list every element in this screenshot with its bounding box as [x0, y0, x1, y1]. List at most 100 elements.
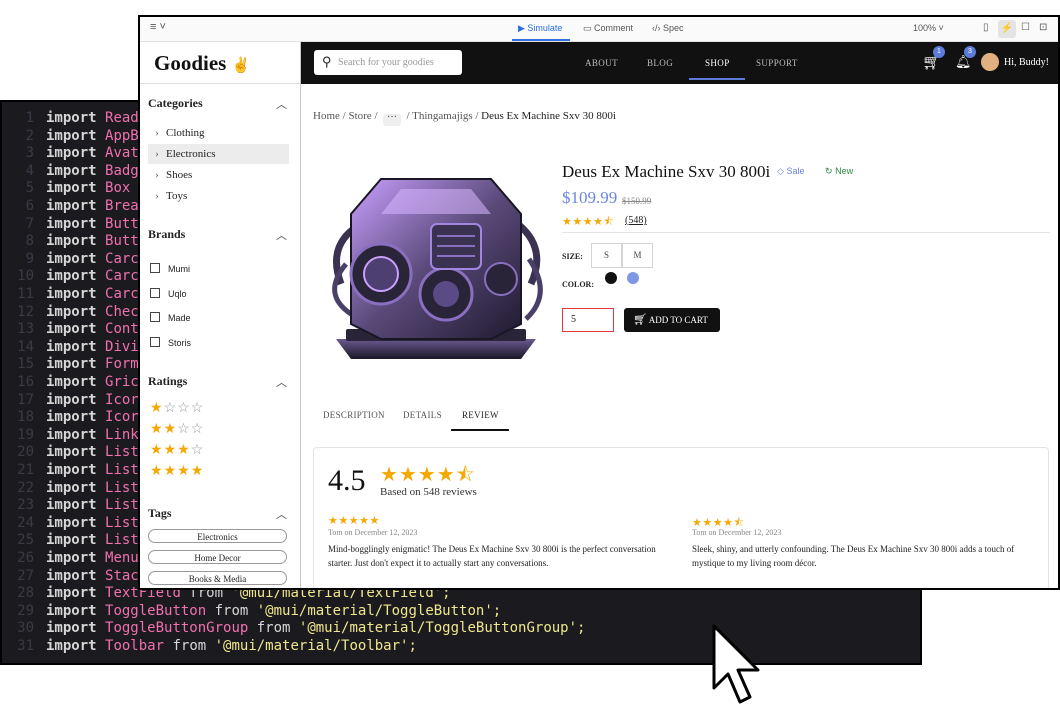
tag-chip[interactable]: Home Decor: [148, 550, 287, 564]
brand-checkbox[interactable]: Made: [150, 312, 191, 323]
new-chip: ↻ New: [825, 166, 853, 177]
color-swatch-blue[interactable]: [627, 272, 639, 284]
rating-filter[interactable]: ★★★★: [150, 463, 204, 480]
rating-filter[interactable]: ★★☆☆: [150, 421, 204, 438]
breadcrumb-thingamajigs[interactable]: Thingamajigs: [412, 110, 473, 122]
brand-checkbox[interactable]: Mumi: [150, 263, 190, 274]
tab-review[interactable]: REVIEW: [462, 410, 499, 420]
comment-label: Comment: [594, 23, 634, 33]
lightning-icon[interactable]: ⚡: [998, 20, 1016, 38]
tab-description[interactable]: DESCRIPTION: [323, 410, 385, 420]
mouse-cursor-icon: [712, 624, 760, 704]
code-text: import Read: [46, 110, 139, 126]
code-text: import Divi: [46, 338, 139, 355]
menu-icon[interactable]: ≡ ˅: [150, 21, 166, 33]
nav-link-blog[interactable]: BLOG: [647, 58, 673, 68]
size-option-s[interactable]: S: [591, 243, 622, 268]
code-text: import Brea: [46, 198, 139, 214]
review-stars: ★★★★★: [328, 514, 380, 527]
checkbox-icon: [150, 263, 160, 273]
chevron-up-icon[interactable]: ︿: [276, 374, 287, 390]
search-input[interactable]: ⚲ Search for your goodies: [314, 50, 462, 75]
breadcrumb-collapsed[interactable]: ···: [383, 113, 401, 126]
line-number: 8: [25, 233, 34, 250]
review-count-link[interactable]: (548): [625, 215, 647, 226]
line-number: 7: [25, 215, 34, 232]
refresh-icon: ↻: [825, 166, 833, 176]
spec-label: Spec: [663, 23, 684, 33]
sale-chip: ◇ Sale: [777, 166, 804, 177]
code-text: import Gric: [46, 374, 139, 390]
code-text: import Chec: [46, 303, 139, 320]
star-empty-icon: ☆: [190, 443, 205, 458]
chevron-right-icon: ›: [155, 190, 159, 202]
product-rating-stars: ★★★★⯪: [562, 213, 614, 232]
category-item[interactable]: › Clothing: [148, 123, 289, 143]
star-filled-icon: ★: [359, 515, 370, 527]
tab-details[interactable]: DETAILS: [403, 410, 442, 420]
breadcrumb-home[interactable]: Home: [313, 110, 340, 122]
checkbox-icon: [150, 336, 160, 347]
chevron-up-icon[interactable]: ︿: [276, 506, 287, 522]
rating-filter[interactable]: ★★★☆: [150, 442, 204, 459]
code-text: import Toolbar from '@mui/material/Toolb…: [46, 638, 417, 654]
color-swatch-black[interactable]: [605, 272, 617, 284]
category-item[interactable]: › Electronics: [148, 144, 289, 164]
nav-link-about[interactable]: ABOUT: [585, 58, 618, 68]
zoom-value: 100%: [913, 23, 937, 33]
nav-active-indicator: [689, 78, 745, 80]
comment-box-icon[interactable]: ⊡: [1039, 22, 1047, 33]
line-number: 31: [17, 638, 34, 654]
device-icon[interactable]: ▯: [983, 22, 989, 33]
add-to-cart-button[interactable]: 🛒︎ ADD TO CART: [624, 308, 720, 332]
line-number: 10: [17, 268, 34, 285]
line-number: 18: [17, 409, 34, 426]
code-text: import List: [46, 462, 139, 478]
breadcrumb-current: Deus Ex Machine Sxv 30 800i: [481, 110, 616, 122]
category-label: Toys: [166, 190, 188, 202]
top-nav: ⚲ Search for your goodies ABOUT BLOG SHOP S…: [301, 42, 1058, 84]
code-text: import Link: [46, 426, 139, 443]
cart-badge: 1: [933, 46, 945, 58]
search-placeholder: Search for your goodies: [338, 57, 434, 68]
star-filled-icon: ★: [150, 422, 164, 437]
logo[interactable]: Goodies ✌: [154, 51, 250, 76]
avatar[interactable]: [981, 53, 999, 71]
chevron-up-icon[interactable]: ︿: [276, 96, 287, 112]
frame-icon[interactable]: ☐: [1021, 22, 1030, 33]
size-option-m[interactable]: M: [622, 243, 653, 268]
tag-icon: ◇: [777, 166, 784, 176]
user-greeting[interactable]: Hi, Buddy!: [1004, 57, 1049, 68]
code-text: import List: [46, 497, 139, 514]
star-half-icon: ⯪: [603, 216, 615, 228]
chevron-up-icon[interactable]: ︿: [276, 227, 287, 243]
review-text: Sleek, shiny, and utterly confounding. T…: [692, 544, 1015, 568]
comment-tab[interactable]: ▭ Comment: [583, 23, 633, 34]
simulate-tab[interactable]: ▶ Simulate: [518, 23, 562, 34]
nav-link-support[interactable]: SUPPORT: [756, 58, 798, 68]
nav-link-shop[interactable]: SHOP: [705, 58, 730, 68]
line-number: 15: [17, 356, 34, 373]
rating-filter[interactable]: ★☆☆☆: [150, 400, 204, 417]
tag-chip[interactable]: Books & Media: [148, 571, 287, 585]
brand-checkbox[interactable]: Storis: [150, 336, 191, 348]
line-number: 29: [17, 602, 34, 619]
spec-tab[interactable]: ‹/› Spec: [652, 23, 684, 33]
breadcrumb-store[interactable]: Store: [348, 110, 371, 122]
category-item[interactable]: › Toys: [148, 186, 289, 206]
product-title: Deus Ex Machine Sxv 30 800i: [562, 162, 771, 181]
brand-checkbox[interactable]: Uqlo: [150, 287, 187, 299]
quantity-input[interactable]: 5: [562, 308, 614, 332]
tag-chip[interactable]: Electronics: [148, 529, 287, 543]
category-item[interactable]: › Shoes: [148, 165, 289, 185]
code-text: import Carc: [46, 286, 139, 302]
star-filled-icon: ★: [436, 464, 456, 486]
star-empty-icon: ☆: [190, 401, 205, 416]
line-number: 30: [17, 620, 34, 637]
zoom-select[interactable]: 100% ˅: [913, 23, 944, 33]
logo-text: Goodies: [154, 51, 227, 75]
code-text: import Butt: [46, 215, 139, 232]
simulate-label: Simulate: [527, 23, 563, 33]
line-number: 24: [17, 514, 34, 531]
star-empty-icon: ☆: [177, 401, 191, 416]
